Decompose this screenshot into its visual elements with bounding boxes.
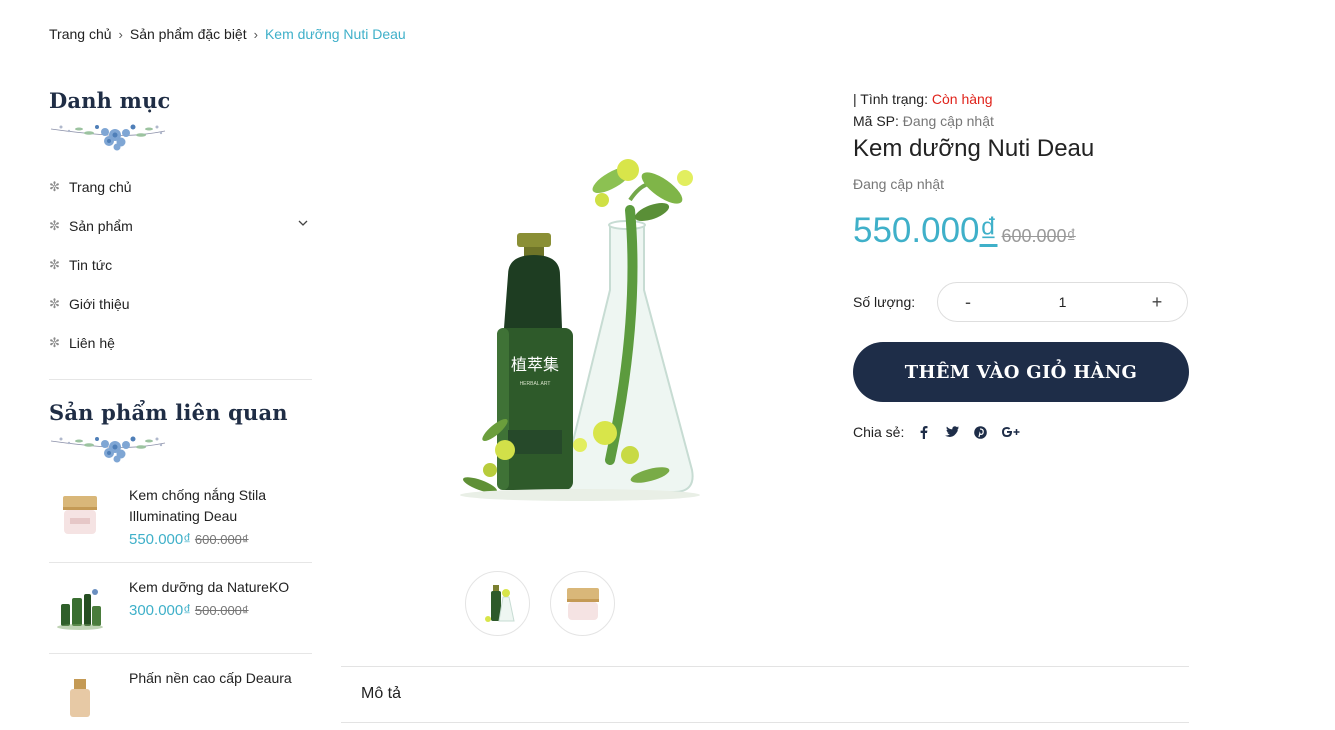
sku: Mã SP: Đang cập nhật — [853, 113, 1189, 129]
quantity-plus-button[interactable]: + — [1149, 292, 1165, 313]
sidebar-item-label: Giới thiệu — [69, 295, 130, 312]
floral-divider-icon — [50, 436, 166, 463]
related-product[interactable]: Kem chống nắng Stila Illuminating Deau 5… — [49, 471, 312, 563]
sidebar-item-label: Tin tức — [69, 256, 113, 273]
stock-status: | Tình trạng: Còn hàng — [853, 91, 1189, 107]
breadcrumb-current: Kem dưỡng Nuti Deau — [264, 26, 406, 42]
old-price: 600.000₫ — [1001, 226, 1076, 246]
snowflake-icon: ✼ — [49, 334, 60, 350]
quantity-stepper: - 1 + — [937, 282, 1188, 322]
related-product-name[interactable]: Kem dưỡng da NatureKO — [129, 577, 289, 598]
sidebar-item-contact[interactable]: ✼ Liên hệ — [49, 323, 312, 362]
svg-text:HERBAL ART: HERBAL ART — [520, 381, 551, 387]
tab-description[interactable]: Mô tả — [361, 685, 401, 703]
svg-text:植萃集: 植萃集 — [511, 355, 559, 374]
related-product[interactable]: Phấn nền cao cấp Deaura — [49, 654, 312, 730]
pinterest-icon[interactable] — [972, 424, 988, 440]
sidebar-item-news[interactable]: ✼ Tin tức — [49, 245, 312, 284]
snowflake-icon: ✼ — [49, 217, 60, 233]
sidebar-item-products[interactable]: ✼ Sản phẩm — [49, 206, 312, 245]
thumbnail-1[interactable] — [465, 571, 530, 636]
snowflake-icon: ✼ — [49, 295, 60, 311]
product-photo: 植萃集 HERBAL ART — [460, 159, 700, 501]
quantity-label: Số lượng: — [853, 294, 916, 310]
chevron-right-icon: › — [118, 26, 123, 42]
price-block: 550.000₫ 600.000₫ — [853, 211, 1189, 251]
quantity-row: Số lượng: - 1 + — [853, 282, 1189, 322]
related-list: Kem chống nắng Stila Illuminating Deau 5… — [49, 471, 312, 730]
divider — [49, 379, 312, 380]
snowflake-icon: ✼ — [49, 256, 60, 272]
breadcrumb-home[interactable]: Trang chủ — [49, 26, 112, 42]
related-product-price: 300.000₫ — [129, 602, 191, 619]
quantity-minus-button[interactable]: - — [960, 292, 976, 313]
stock-status-label: | Tình trạng: — [853, 91, 928, 107]
bottle-thumbnail-icon — [484, 584, 515, 622]
sidebar-item-label: Trang chủ — [69, 178, 132, 195]
sidebar-item-home[interactable]: ✼ Trang chủ — [49, 167, 312, 206]
share-row: Chia sẻ: — [853, 424, 1189, 440]
product-tabs: Mô tả — [341, 666, 1189, 723]
foundation-icon — [70, 679, 90, 717]
jar-thumbnail-icon — [566, 587, 599, 620]
product-info: | Tình trạng: Còn hàng Mã SP: Đang cập n… — [853, 91, 1189, 440]
chevron-down-icon[interactable] — [298, 220, 308, 227]
related-product-name[interactable]: Phấn nền cao cấp Deaura — [129, 668, 292, 689]
cream-jar-icon — [63, 496, 97, 534]
quantity-input[interactable]: 1 — [1059, 294, 1067, 310]
thumbnail-2[interactable] — [550, 571, 615, 636]
currency-symbol: ₫ — [979, 211, 998, 250]
share-label: Chia sẻ: — [853, 424, 905, 440]
vendor: Đang cập nhật — [853, 176, 945, 192]
breadcrumb: Trang chủ › Sản phẩm đặc biệt › Kem dưỡn… — [49, 26, 406, 42]
sidebar-item-label: Sản phẩm — [69, 217, 133, 234]
related-product-old-price: 500.000₫ — [194, 603, 249, 618]
product-thumbnail[interactable] — [49, 577, 111, 639]
add-to-cart-button[interactable]: THÊM VÀO GIỎ HÀNG — [853, 342, 1189, 402]
related-title: Sản phẩm liên quan — [49, 400, 288, 425]
sidebar-item-label: Liên hệ — [69, 334, 115, 351]
breadcrumb-category[interactable]: Sản phẩm đặc biệt — [130, 26, 247, 42]
related-product-old-price: 600.000₫ — [194, 532, 249, 547]
product-thumbnail[interactable] — [49, 668, 111, 730]
sku-label: Mã SP: — [853, 113, 899, 129]
categories-title: Danh mục — [49, 88, 171, 113]
image-thumbnails — [465, 571, 615, 636]
snowflake-icon: ✼ — [49, 178, 60, 194]
google-plus-icon[interactable] — [1000, 424, 1020, 440]
skincare-set-icon — [57, 589, 103, 630]
current-price-number: 550.000 — [853, 211, 980, 250]
facebook-icon[interactable] — [916, 424, 932, 440]
product-title: Kem dưỡng Nuti Deau — [853, 135, 1095, 162]
chevron-right-icon: › — [253, 26, 258, 42]
sku-value: Đang cập nhật — [902, 113, 994, 129]
related-product[interactable]: Kem dưỡng da NatureKO 300.000₫ 500.000₫ — [49, 563, 312, 654]
current-price: 550.000₫ — [853, 211, 998, 251]
category-list: ✼ Trang chủ ✼ Sản phẩm ✼ Tin tức ✼ Giới … — [49, 167, 312, 362]
product-main-image[interactable]: 植萃集 HERBAL ART — [400, 100, 760, 530]
sidebar: Danh mục ✼ Trang chủ ✼ Sản phẩm ✼ Tin tứ… — [49, 88, 312, 730]
product-thumbnail[interactable] — [49, 485, 111, 547]
stock-status-value: Còn hàng — [931, 91, 993, 107]
twitter-icon[interactable] — [944, 424, 960, 440]
sidebar-item-about[interactable]: ✼ Giới thiệu — [49, 284, 312, 323]
related-product-name[interactable]: Kem chống nắng Stila Illuminating Deau — [129, 485, 312, 527]
related-product-price: 550.000₫ — [129, 531, 191, 548]
floral-divider-icon — [50, 124, 166, 151]
